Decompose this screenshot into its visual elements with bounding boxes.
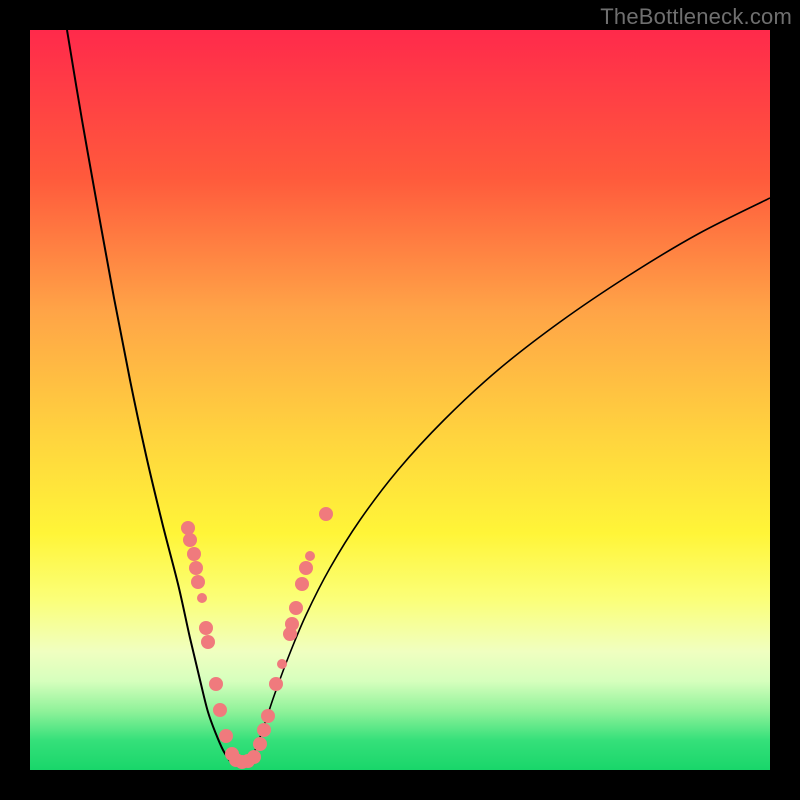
data-point — [277, 659, 287, 669]
data-point — [219, 729, 233, 743]
data-point — [285, 617, 299, 631]
data-point — [305, 551, 315, 561]
data-point — [247, 750, 261, 764]
curve-left-branch — [67, 30, 230, 761]
data-point — [189, 561, 203, 575]
data-point — [295, 577, 309, 591]
chart-frame: TheBottleneck.com — [0, 0, 800, 800]
data-point — [199, 621, 213, 635]
data-point — [253, 737, 267, 751]
data-point — [191, 575, 205, 589]
data-point — [201, 635, 215, 649]
data-points-group — [181, 507, 333, 769]
watermark-text: TheBottleneck.com — [600, 4, 792, 30]
data-point — [257, 723, 271, 737]
data-point — [187, 547, 201, 561]
data-point — [319, 507, 333, 521]
data-point — [209, 677, 223, 691]
data-point — [289, 601, 303, 615]
curve-right-branch — [250, 198, 770, 761]
curve-layer — [30, 30, 770, 770]
data-point — [261, 709, 275, 723]
data-point — [197, 593, 207, 603]
data-point — [299, 561, 313, 575]
plot-area — [30, 30, 770, 770]
data-point — [213, 703, 227, 717]
data-point — [181, 521, 195, 535]
data-point — [183, 533, 197, 547]
data-point — [269, 677, 283, 691]
